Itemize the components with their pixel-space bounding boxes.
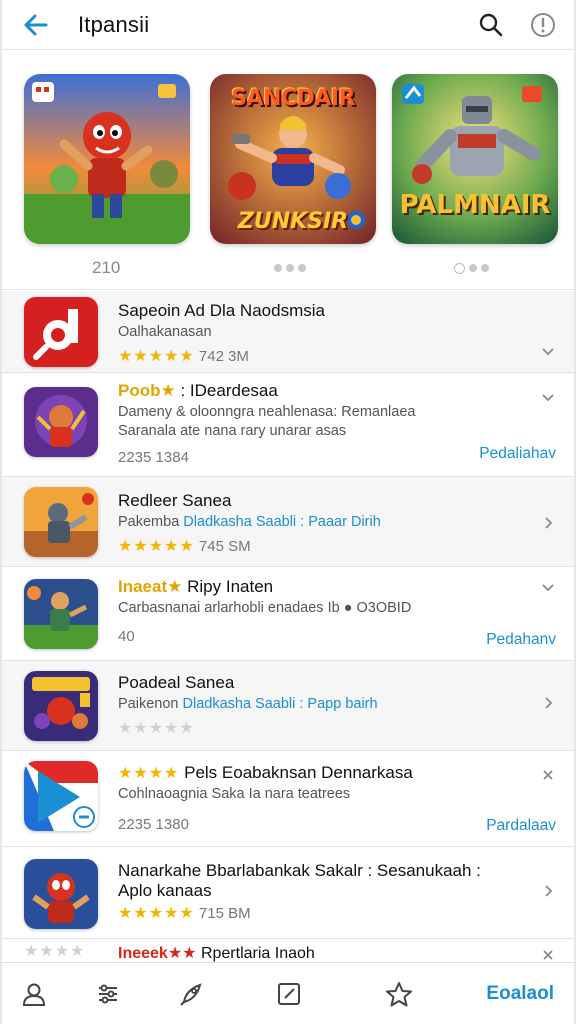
- list-item[interactable]: Sapeoin Ad Dla Naodsmsia Oalhakanasan ★★…: [2, 291, 574, 373]
- rating-stars: ★★★★★: [118, 348, 195, 365]
- app-subtitle: Pakemba Dladkasha Saabli : Paaar Dirih: [118, 514, 514, 530]
- app-icon: [24, 579, 98, 649]
- app-rating: ★★★★★ 742 3M: [118, 346, 514, 366]
- name-text: Rpertlaria Inaoh: [200, 945, 315, 962]
- list-item[interactable]: ★★★★ Pels Eoabaknsan Dennarkasa Cohlnaoa…: [2, 751, 574, 847]
- bottom-nav-label[interactable]: Eoalaol: [486, 983, 554, 1005]
- app-subtitle: Dameny & oloonngra neahlenasa: Remanlaea: [118, 404, 416, 420]
- app-meta: 2235 1384: [118, 449, 189, 466]
- tile-title-text: SANCDAIR: [231, 86, 355, 111]
- chevron-down-icon[interactable]: [540, 579, 556, 595]
- action-button[interactable]: Pedahanv: [486, 631, 556, 649]
- app-name: Poob★ : IDeardesaa: [118, 381, 534, 401]
- close-icon[interactable]: [540, 947, 556, 963]
- name-text: Pels Eoabaknsan Dennarkasa: [184, 763, 413, 782]
- app-name: Inaeat★ Ripy Inaten: [118, 577, 534, 597]
- name-prefix: Poob★: [118, 381, 176, 400]
- list-item[interactable]: Poadeal Sanea Paikenon Dladkasha Saabli …: [2, 661, 574, 751]
- rating-stars: ★★★★★: [118, 720, 195, 737]
- app-subtitle: Cohlnaoagnia Saka Ia nara teatrees: [118, 786, 351, 802]
- app-meta: 745 SM: [198, 538, 251, 555]
- action-button[interactable]: Pedaliahav: [479, 445, 556, 463]
- filter-list-icon[interactable]: [66, 972, 150, 1016]
- chevron-down-icon[interactable]: [540, 389, 556, 405]
- app-subtitle-2: Saranala ate nana rary unarar asas: [118, 423, 347, 439]
- chevron-down-icon[interactable]: [540, 343, 556, 359]
- list-item[interactable]: Nanarkahe Bbarlabankak Sakalr : Sesanuka…: [2, 847, 574, 939]
- list-item[interactable]: Poob★ : IDeardesaa Dameny & oloonngra ne…: [2, 373, 574, 477]
- subtitle-highlight: Dladkasha Saabli : Paaar Dirih: [183, 514, 381, 530]
- app-icon: [24, 487, 98, 557]
- search-icon[interactable]: [474, 8, 508, 42]
- name-text: : IDeardesaa: [180, 381, 278, 400]
- app-subtitle: Paikenon Dladkasha Saabli : Papp bairh: [118, 696, 514, 712]
- page-title: Itpansii: [78, 11, 150, 37]
- red-brawler-art: [24, 74, 190, 244]
- app-rating: ★★★★: [24, 941, 85, 961]
- action-button[interactable]: Pardalaav: [486, 817, 556, 835]
- name-prefix: Ineeek★★: [118, 945, 197, 962]
- bottom-navigation: Eoalaol: [2, 962, 574, 1024]
- app-icon: [24, 859, 98, 929]
- app-name: Ineeek★★ Rpertlaria Inaoh: [118, 943, 514, 963]
- tile-logo-text: ZUNKSIR: [237, 209, 349, 234]
- app-rating: ★★★★★ 745 SM: [118, 536, 514, 556]
- chevron-right-icon[interactable]: [540, 883, 556, 899]
- close-icon[interactable]: [540, 767, 556, 783]
- list-item[interactable]: Inaeat★ Ripy Inaten Carbasnanai arlarhob…: [2, 567, 574, 661]
- app-icon: [24, 387, 98, 457]
- app-meta: 742 3M: [198, 348, 249, 365]
- app-icon: [24, 297, 98, 367]
- subtitle-highlight: Dladkasha Saabli : Papp bairh: [182, 696, 378, 712]
- app-screen: Itpansii SANCDAIR ZUNKSIR PALMNAIR 210 S…: [0, 0, 576, 1024]
- tile-logo-text: PALMNAIR: [399, 190, 551, 220]
- list-item[interactable]: Redleer Sanea Pakemba Dladkasha Saabli :…: [2, 477, 574, 567]
- edit-square-icon[interactable]: [234, 972, 344, 1016]
- app-name: ★★★★ Pels Eoabaknsan Dennarkasa: [118, 763, 534, 783]
- app-meta: 40: [118, 628, 135, 645]
- rating-stars: ★★★★: [24, 943, 86, 960]
- rating-stars: ★★★★★: [118, 905, 195, 922]
- arrow-left-icon[interactable]: [20, 9, 52, 41]
- app-subtitle: Carbasnanai arlarhobli enadaes Ib ● O3OB…: [118, 600, 412, 616]
- featured-tile-2[interactable]: SANCDAIR ZUNKSIR: [210, 74, 376, 244]
- app-name: Poadeal Sanea: [118, 673, 235, 692]
- featured-tile-1[interactable]: [24, 74, 190, 244]
- subtitle-text: Paikenon: [118, 696, 179, 712]
- app-name-line-2: Aplo kanaas: [118, 881, 212, 900]
- chevron-right-icon[interactable]: [540, 515, 556, 531]
- star-icon[interactable]: [344, 972, 454, 1016]
- app-meta: 2235 1380: [118, 816, 189, 833]
- page-indicator[interactable]: [454, 263, 489, 274]
- app-name: Sapeoin Ad Dla Naodsmsia: [118, 301, 325, 320]
- app-subtitle: Oalhakanasan: [118, 324, 212, 340]
- rating-stars: ★★★★★: [118, 538, 195, 555]
- app-rating: ★★★★★: [118, 718, 514, 738]
- name-prefix: Inaeat★: [118, 577, 183, 596]
- app-icon: [24, 671, 98, 741]
- chevron-right-icon[interactable]: [540, 695, 556, 711]
- name-text: Ripy Inaten: [187, 577, 274, 596]
- app-rating: ★★★★★ 715 BM: [118, 903, 514, 923]
- rocket-icon[interactable]: [150, 972, 234, 1016]
- app-name: Redleer Sanea: [118, 491, 232, 510]
- app-icon: [24, 761, 98, 831]
- top-app-bar: Itpansii: [2, 0, 574, 50]
- info-icon[interactable]: [526, 8, 560, 42]
- app-meta: 715 BM: [198, 905, 251, 922]
- subtitle-text: Pakemba: [118, 514, 180, 530]
- page-indicator[interactable]: [274, 264, 306, 272]
- carousel-label: 210: [92, 258, 121, 277]
- person-icon[interactable]: [2, 972, 66, 1016]
- rating-stars: ★★★★: [118, 765, 180, 782]
- app-list: Sapeoin Ad Dla Naodsmsia Oalhakanasan ★★…: [2, 291, 574, 969]
- featured-carousel[interactable]: SANCDAIR ZUNKSIR PALMNAIR 210: [2, 50, 574, 290]
- app-name: Nanarkahe Bbarlabankak Sakalr : Sesanuka…: [118, 861, 481, 880]
- featured-tile-3[interactable]: PALMNAIR: [392, 74, 558, 244]
